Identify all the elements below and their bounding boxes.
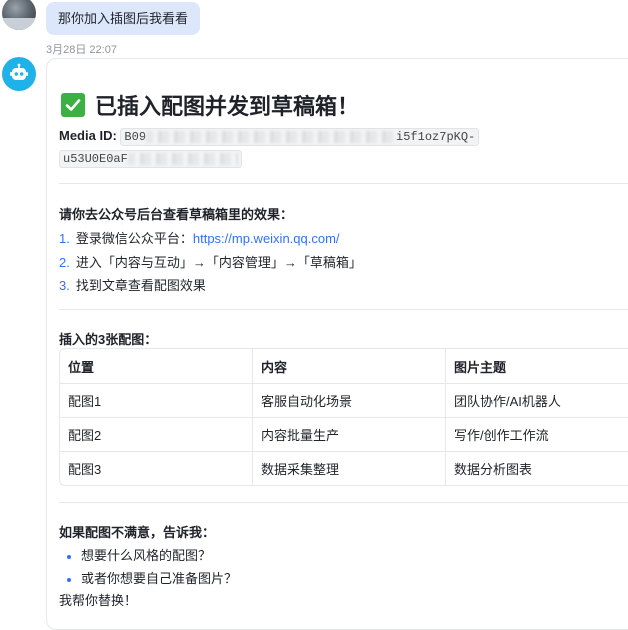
instructions-heading: 请你去公众号后台查看草稿箱里的效果： <box>59 207 294 222</box>
table-cell: 写作/创作工作流 <box>446 418 628 452</box>
redacted-blur <box>146 130 397 143</box>
closing-text: 我帮你替换！ <box>59 593 138 608</box>
step-3: 3. 找到文章查看配图效果 <box>59 278 206 293</box>
message-title: 已插入配图并发到草稿箱！ <box>61 91 359 119</box>
table-cell: 内容批量生产 <box>253 418 446 452</box>
table-cell: 配图3 <box>60 452 253 485</box>
media-id-code: B09 i5f1oz7pKQ- <box>120 128 480 146</box>
column-header: 内容 <box>253 349 446 384</box>
step-1: 1. 登录微信公众平台：https://mp.weixin.qq.com/ <box>59 231 340 246</box>
table-row: 配图3 数据采集整理 数据分析图表 <box>60 452 628 485</box>
media-id-code-continued: u53U0E0aF <box>59 150 242 168</box>
title-text: 已插入配图并发到草稿箱！ <box>95 94 360 119</box>
table-row: 配图1 客服自动化场景 团队协作/AI机器人 <box>60 384 628 418</box>
user-message-bubble: 那你加入插图后我看看 <box>46 2 201 35</box>
table-cell: 数据分析图表 <box>454 462 533 477</box>
table-cell: 配图2 <box>60 418 253 452</box>
table-cell: 数据采集整理 <box>253 452 446 485</box>
feedback-bullet: 想要什么风格的配图？ <box>67 545 211 564</box>
table-cell: 团队协作/AI机器人 <box>446 384 628 418</box>
divider <box>59 502 628 503</box>
column-header: 位置 <box>60 349 253 384</box>
feedback-heading: 如果配图不满意，告诉我： <box>59 525 216 540</box>
table-cell: 配图1 <box>60 384 253 418</box>
bot-avatar[interactable] <box>2 57 36 91</box>
table-heading: 插入的3张配图： <box>59 332 158 347</box>
robot-icon <box>10 63 28 80</box>
weixin-platform-link[interactable]: https://mp.weixin.qq.com/ <box>193 231 340 246</box>
table-header-row: 位置 内容 图片主题 <box>60 349 628 384</box>
media-id-line: Media ID: B09 i5f1oz7pKQ- <box>59 128 480 146</box>
feedback-bullet: 或者你想要自己准备图片？ <box>67 568 237 587</box>
bot-message-card: 已插入配图并发到草稿箱！ Media ID: B09 i5f1oz7pKQ- u5… <box>46 58 628 630</box>
divider <box>59 309 628 310</box>
check-mark-icon <box>61 93 85 117</box>
user-avatar[interactable] <box>2 0 36 30</box>
media-id-line-2: u53U0E0aF <box>59 149 242 168</box>
column-header: 图片主题 <box>446 349 628 384</box>
step-2: 2. 进入「内容与互动」→「内容管理」→「草稿箱」 <box>59 255 362 270</box>
media-id-label: Media ID <box>59 128 113 143</box>
redacted-blur <box>127 152 238 165</box>
table-cell: 客服自动化场景 <box>253 384 446 418</box>
message-timestamp: 3月28日 22:07 <box>46 44 117 56</box>
images-table: 位置 内容 图片主题 配图1 客服自动化场景 团队协作/AI机器人 配图2 内容… <box>59 348 628 486</box>
table-row: 配图2 内容批量生产 写作/创作工作流 <box>60 418 628 452</box>
divider <box>59 183 628 184</box>
